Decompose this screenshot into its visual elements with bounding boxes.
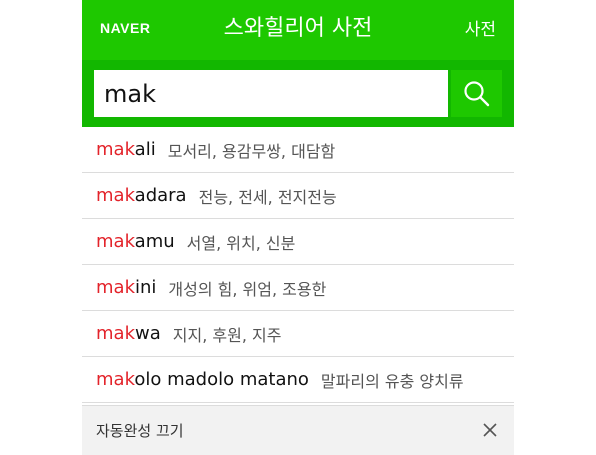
search-icon [464,81,490,107]
suggestion-word: makali [96,139,156,160]
autocomplete-list: makali 모서리, 용감무쌍, 대담함 makadara 전능, 전세, 전… [82,127,514,403]
suggestion-word: makolo madolo matano [96,369,309,390]
dictionary-app: NAVER 스와힐리어 사전 사전 makali 모서리, 용감무쌍, 대담함 … [82,0,514,455]
autocomplete-footer: 자동완성 끄기 [82,405,514,455]
header-bar: NAVER 스와힐리어 사전 사전 [82,0,514,60]
suggestion-item[interactable]: makali 모서리, 용감무쌍, 대담함 [82,127,514,173]
suggestion-item[interactable]: makolo madolo matano 말파리의 유충 양치류 [82,357,514,403]
matched-prefix: mak [96,323,135,344]
suggestion-meaning: 서열, 위치, 신분 [186,233,296,253]
suggestion-item[interactable]: makini 개성의 힘, 위엄, 조용한 [82,265,514,311]
suggestion-word: makadara [96,185,187,206]
search-bar [82,60,514,127]
suggestion-word: makamu [96,231,175,252]
suggestion-item[interactable]: makwa 지지, 후원, 지주 [82,311,514,357]
matched-prefix: mak [96,277,135,298]
suggestion-word: makwa [96,323,161,344]
dictionary-link[interactable]: 사전 [465,18,496,42]
suggestion-meaning: 지지, 후원, 지주 [172,325,282,345]
close-button[interactable] [476,416,504,444]
word-remainder: ini [135,277,157,298]
word-remainder: olo madolo matano [134,369,309,390]
matched-prefix: mak [96,231,135,252]
suggestion-meaning: 말파리의 유충 양치류 [320,371,464,391]
suggestion-meaning: 전능, 전세, 전지전능 [198,187,337,207]
word-remainder: wa [135,323,161,344]
matched-prefix: mak [96,185,135,206]
suggestion-item[interactable]: makadara 전능, 전세, 전지전능 [82,173,514,219]
suggestion-item[interactable]: makamu 서열, 위치, 신분 [82,219,514,265]
search-input[interactable] [94,70,448,117]
page-title: 스와힐리어 사전 [223,16,373,41]
suggestion-word: makini [96,277,156,298]
matched-prefix: mak [96,369,135,390]
suggestion-meaning: 개성의 힘, 위엄, 조용한 [168,279,327,299]
search-button[interactable] [451,70,502,117]
word-remainder: ali [134,139,156,160]
word-remainder: amu [134,231,175,252]
close-icon [483,423,497,437]
word-remainder: adara [134,185,187,206]
matched-prefix: mak [96,139,135,160]
suggestion-meaning: 모서리, 용감무쌍, 대담함 [167,141,336,161]
autocomplete-off-toggle[interactable]: 자동완성 끄기 [96,420,184,441]
